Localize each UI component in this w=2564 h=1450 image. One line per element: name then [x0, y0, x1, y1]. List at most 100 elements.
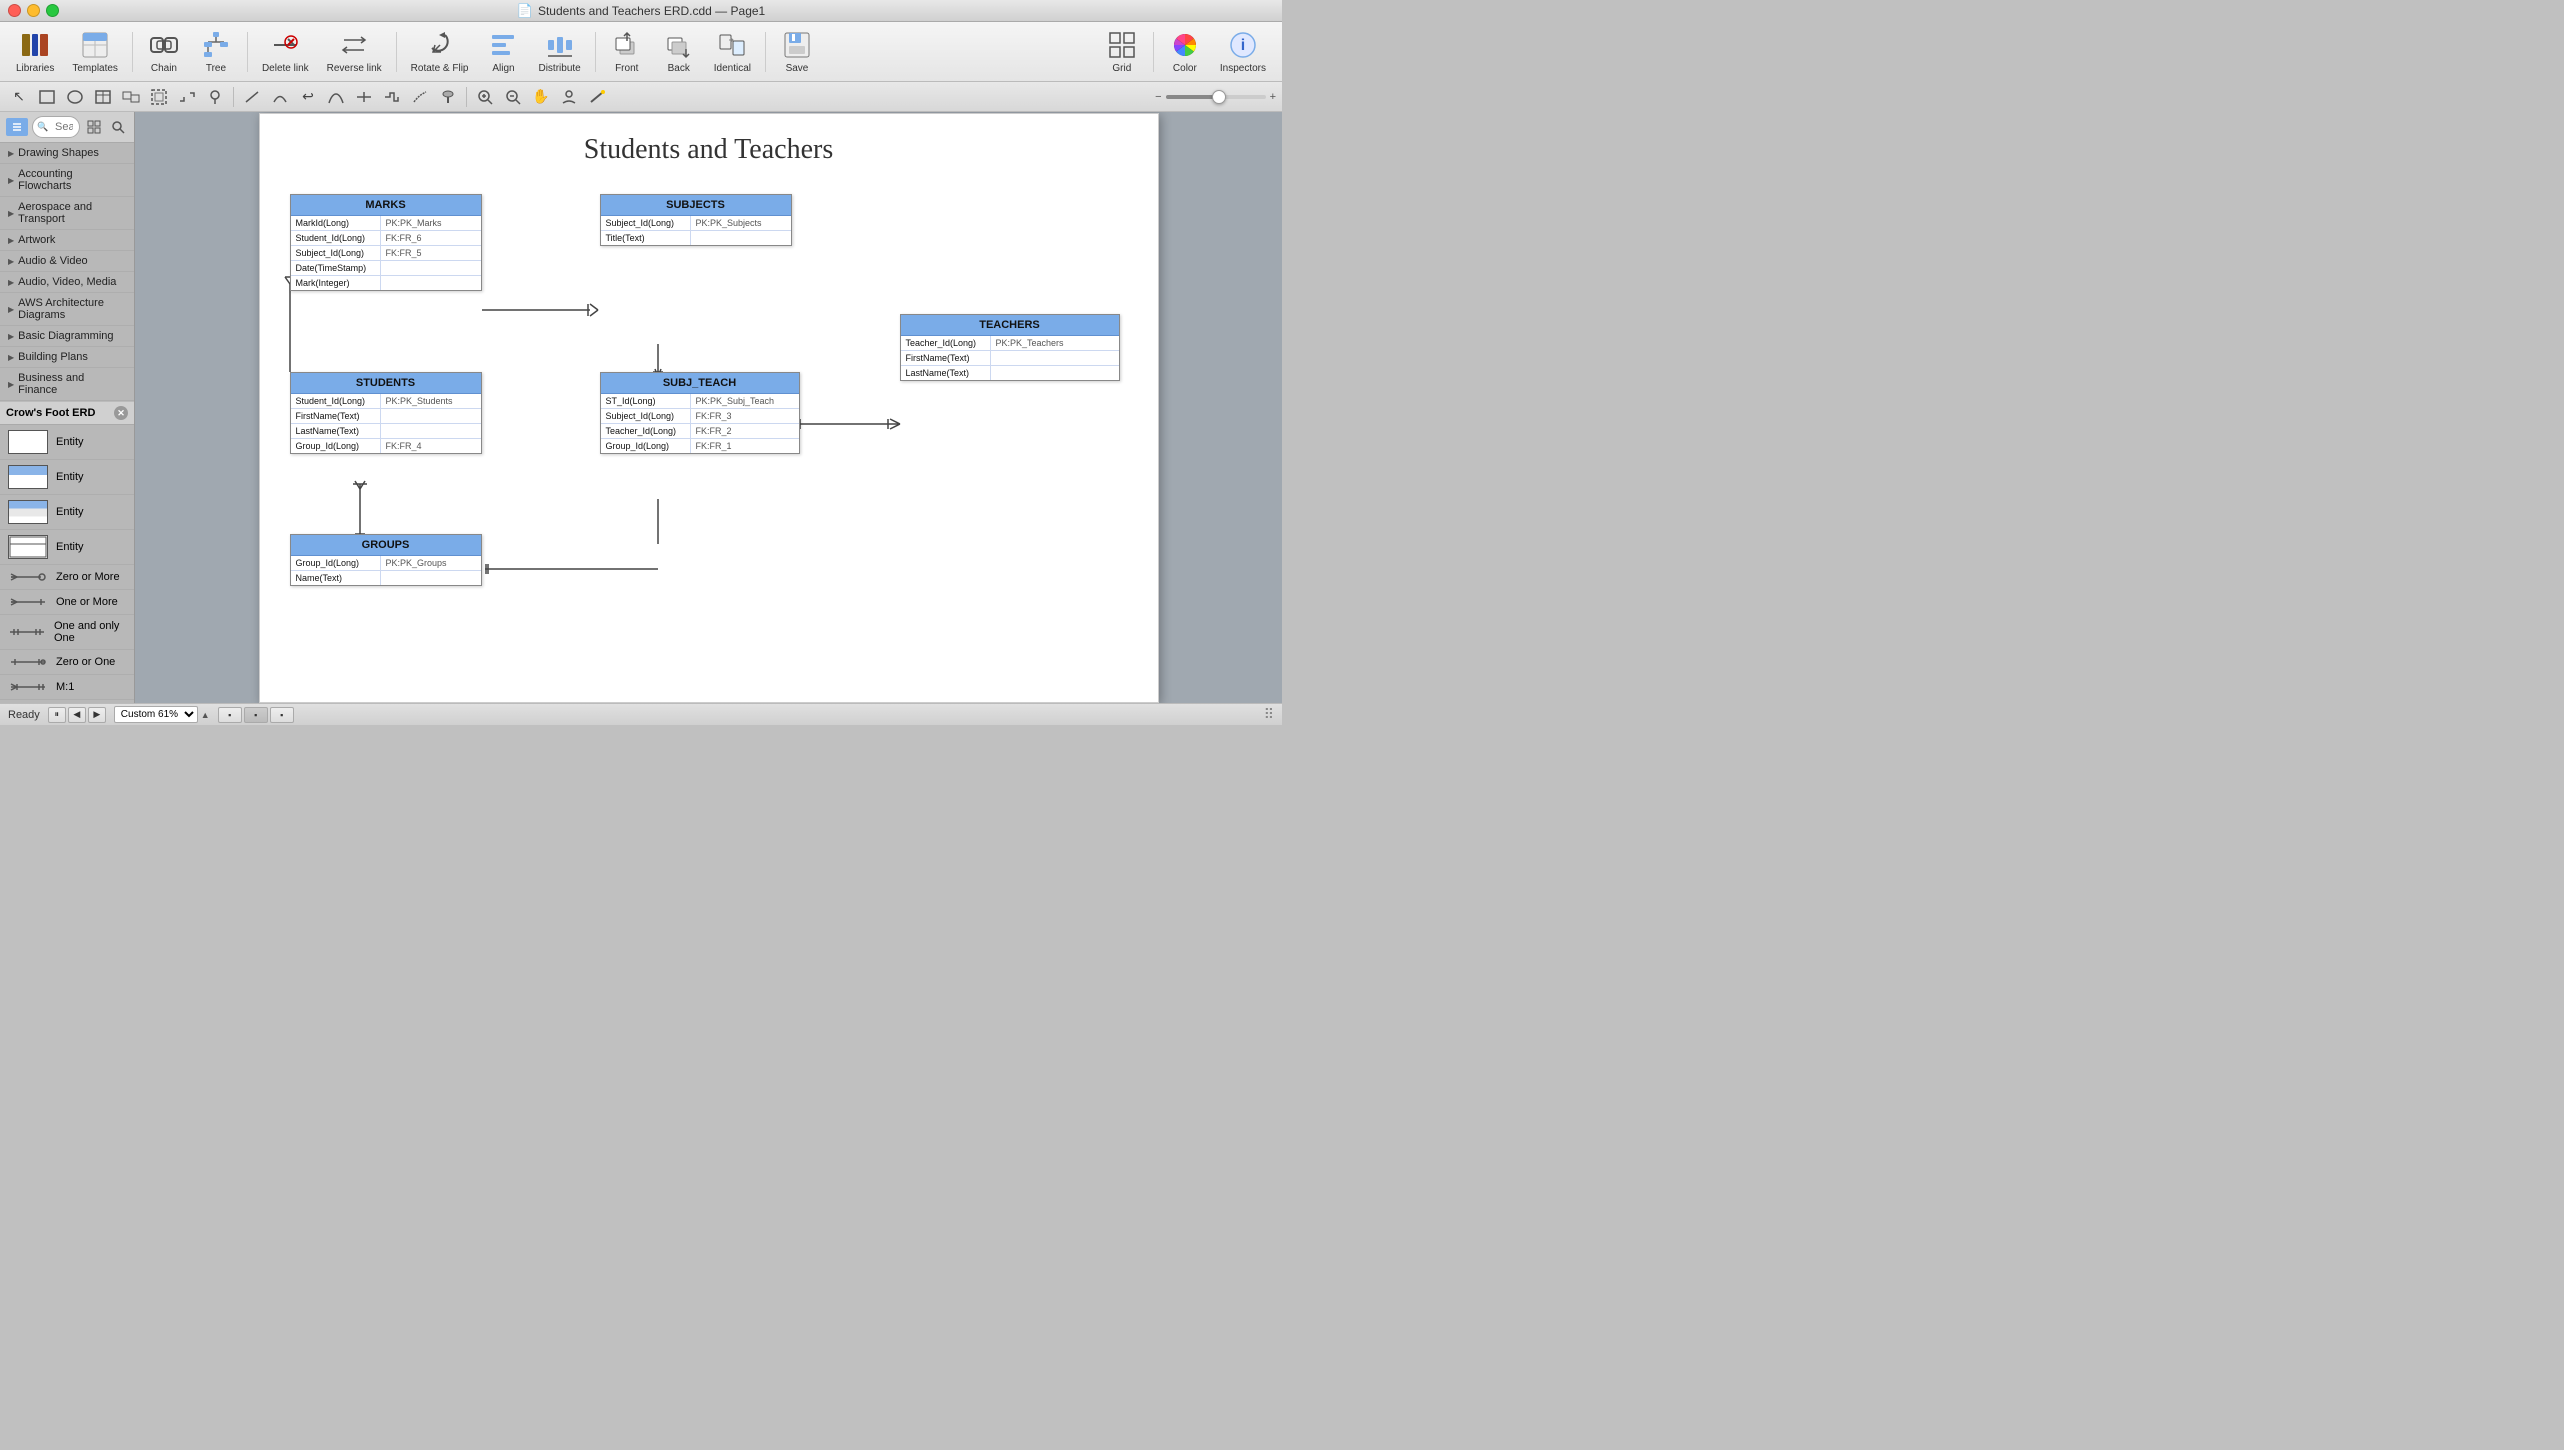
- templates-button[interactable]: Templates: [64, 26, 126, 78]
- pin-tool[interactable]: [202, 85, 228, 109]
- zoom-select[interactable]: Custom 61% 50% 75% 100%: [114, 706, 198, 723]
- smart-tool[interactable]: [379, 85, 405, 109]
- align-button[interactable]: Align: [478, 26, 528, 78]
- diagram-canvas[interactable]: Students and Teachers: [259, 113, 1159, 703]
- sidebar-section-aws[interactable]: ▶ AWS Architecture Diagrams: [0, 293, 134, 326]
- magic-tool[interactable]: [584, 85, 610, 109]
- pan-tool[interactable]: ✋: [528, 85, 554, 109]
- delete-link-button[interactable]: Delete link: [254, 26, 317, 78]
- sidebar-search-input[interactable]: [32, 116, 80, 138]
- shape-item-zero-more[interactable]: Zero or More: [0, 565, 134, 590]
- reverse-link-button[interactable]: Reverse link: [319, 26, 390, 78]
- teachers-table[interactable]: TEACHERS Teacher_Id(Long) PK:PK_Teachers…: [900, 314, 1120, 381]
- sidebar-section-building[interactable]: ▶ Building Plans: [0, 347, 134, 368]
- chain-icon: [148, 30, 180, 60]
- front-button[interactable]: Front: [602, 26, 652, 78]
- close-button[interactable]: [8, 4, 21, 17]
- search-button[interactable]: [108, 118, 128, 136]
- rotate-button[interactable]: Rotate & Flip: [403, 26, 477, 78]
- back-button[interactable]: Back: [654, 26, 704, 78]
- marks-table[interactable]: MARKS MarkId(Long) PK:PK_Marks Student_I…: [290, 194, 482, 291]
- subjects-table[interactable]: SUBJECTS Subject_Id(Long) PK:PK_Subjects…: [600, 194, 792, 246]
- table-tool[interactable]: [90, 85, 116, 109]
- subj-teach-table[interactable]: SUBJ_TEACH ST_Id(Long) PK:PK_Subj_Teach …: [600, 372, 800, 454]
- students-header: STUDENTS: [291, 373, 481, 394]
- tree-button[interactable]: Tree: [191, 26, 241, 78]
- maximize-button[interactable]: [46, 4, 59, 17]
- view-mode-1[interactable]: ▪: [218, 707, 242, 723]
- sidebar-section-accounting[interactable]: ▶ Accounting Flowcharts: [0, 164, 134, 197]
- sidebar-section-audio-video-media[interactable]: ▶ Audio, Video, Media: [0, 272, 134, 293]
- shape-item-one-only[interactable]: One and only One: [0, 615, 134, 650]
- sidebar-list-view[interactable]: [6, 118, 28, 136]
- zoom-slider[interactable]: [1166, 95, 1266, 99]
- rect-tool[interactable]: [34, 85, 60, 109]
- distribute-button[interactable]: Distribute: [530, 26, 588, 78]
- resize-handle[interactable]: ⠿: [1264, 706, 1274, 723]
- expand-tool[interactable]: [174, 85, 200, 109]
- oval-tool[interactable]: [62, 85, 88, 109]
- shape-item-m1[interactable]: M:1: [0, 675, 134, 700]
- shape-item-zero-one[interactable]: Zero or One: [0, 650, 134, 675]
- undo-tool[interactable]: ↩: [295, 85, 321, 109]
- groups-header: GROUPS: [291, 535, 481, 556]
- sidebar-section-basic[interactable]: ▶ Basic Diagramming: [0, 326, 134, 347]
- shape-item-entity-header2[interactable]: Entity: [0, 495, 134, 530]
- shape-item-entity-header[interactable]: Entity: [0, 460, 134, 495]
- teachers-header: TEACHERS: [901, 315, 1119, 336]
- entity-header2-preview: [8, 500, 48, 524]
- separator-4: [595, 32, 596, 72]
- crowsfoot-close-button[interactable]: ✕: [114, 406, 128, 420]
- inspectors-button[interactable]: i Inspectors: [1212, 26, 1274, 78]
- shape-item-entity-plain[interactable]: Entity: [0, 425, 134, 460]
- canvas-wrapper[interactable]: Students and Teachers: [135, 112, 1282, 703]
- groups-row-2: Name(Text): [291, 571, 481, 585]
- grid-button[interactable]: Grid: [1097, 26, 1147, 78]
- minimize-button[interactable]: [27, 4, 40, 17]
- page-next-button[interactable]: ▶: [88, 707, 106, 723]
- status-zoom-area: Custom 61% 50% 75% 100% ▲: [114, 706, 210, 723]
- container-tool[interactable]: [146, 85, 172, 109]
- grid-view-button[interactable]: [84, 118, 104, 136]
- connector-tool[interactable]: [351, 85, 377, 109]
- paint-tool[interactable]: [435, 85, 461, 109]
- libraries-button[interactable]: Libraries: [8, 26, 62, 78]
- sidebar-section-aerospace[interactable]: ▶ Aerospace and Transport: [0, 197, 134, 230]
- sidebar-section-business[interactable]: ▶ Business and Finance: [0, 368, 134, 401]
- group-tool[interactable]: [118, 85, 144, 109]
- shape-item-entity-corner[interactable]: Entity: [0, 530, 134, 565]
- libraries-label: Libraries: [16, 63, 54, 74]
- triangle-icon: ▶: [8, 332, 14, 341]
- page-prev-button[interactable]: ◀: [68, 707, 86, 723]
- view-mode-2[interactable]: ▪: [244, 707, 268, 723]
- user-tool[interactable]: [556, 85, 582, 109]
- section-label: Artwork: [18, 234, 55, 246]
- marks-row-4: Date(TimeStamp): [291, 261, 481, 276]
- color-button[interactable]: Color: [1160, 26, 1210, 78]
- line-tool[interactable]: [239, 85, 265, 109]
- bezier-tool[interactable]: [323, 85, 349, 109]
- shape-label: Entity: [56, 471, 84, 483]
- sidebar-section-drawing-shapes[interactable]: ▶ Drawing Shapes: [0, 143, 134, 164]
- view-mode-3[interactable]: ▪: [270, 707, 294, 723]
- save-button[interactable]: Save: [772, 26, 822, 78]
- subj-teach-header: SUBJ_TEACH: [601, 373, 799, 394]
- shape-item-one-more[interactable]: One or More: [0, 590, 134, 615]
- arc-tool[interactable]: [267, 85, 293, 109]
- subjects-row-1: Subject_Id(Long) PK:PK_Subjects: [601, 216, 791, 231]
- zoom-out-btn[interactable]: [500, 85, 526, 109]
- identical-button[interactable]: Identical: [706, 26, 759, 78]
- save-icon: [781, 30, 813, 60]
- zoom-handle[interactable]: [1212, 90, 1226, 104]
- students-table[interactable]: STUDENTS Student_Id(Long) PK:PK_Students…: [290, 372, 482, 454]
- zoom-in-btn[interactable]: [472, 85, 498, 109]
- chain-button[interactable]: Chain: [139, 26, 189, 78]
- shape-label: M:1: [56, 681, 74, 693]
- select-tool[interactable]: ↖: [6, 85, 32, 109]
- groups-table[interactable]: GROUPS Group_Id(Long) PK:PK_Groups Name(…: [290, 534, 482, 586]
- page-first-button[interactable]: ⏸: [48, 707, 66, 723]
- pencil-tool[interactable]: [407, 85, 433, 109]
- section-label: Building Plans: [18, 351, 88, 363]
- sidebar-section-artwork[interactable]: ▶ Artwork: [0, 230, 134, 251]
- sidebar-section-audio-video[interactable]: ▶ Audio & Video: [0, 251, 134, 272]
